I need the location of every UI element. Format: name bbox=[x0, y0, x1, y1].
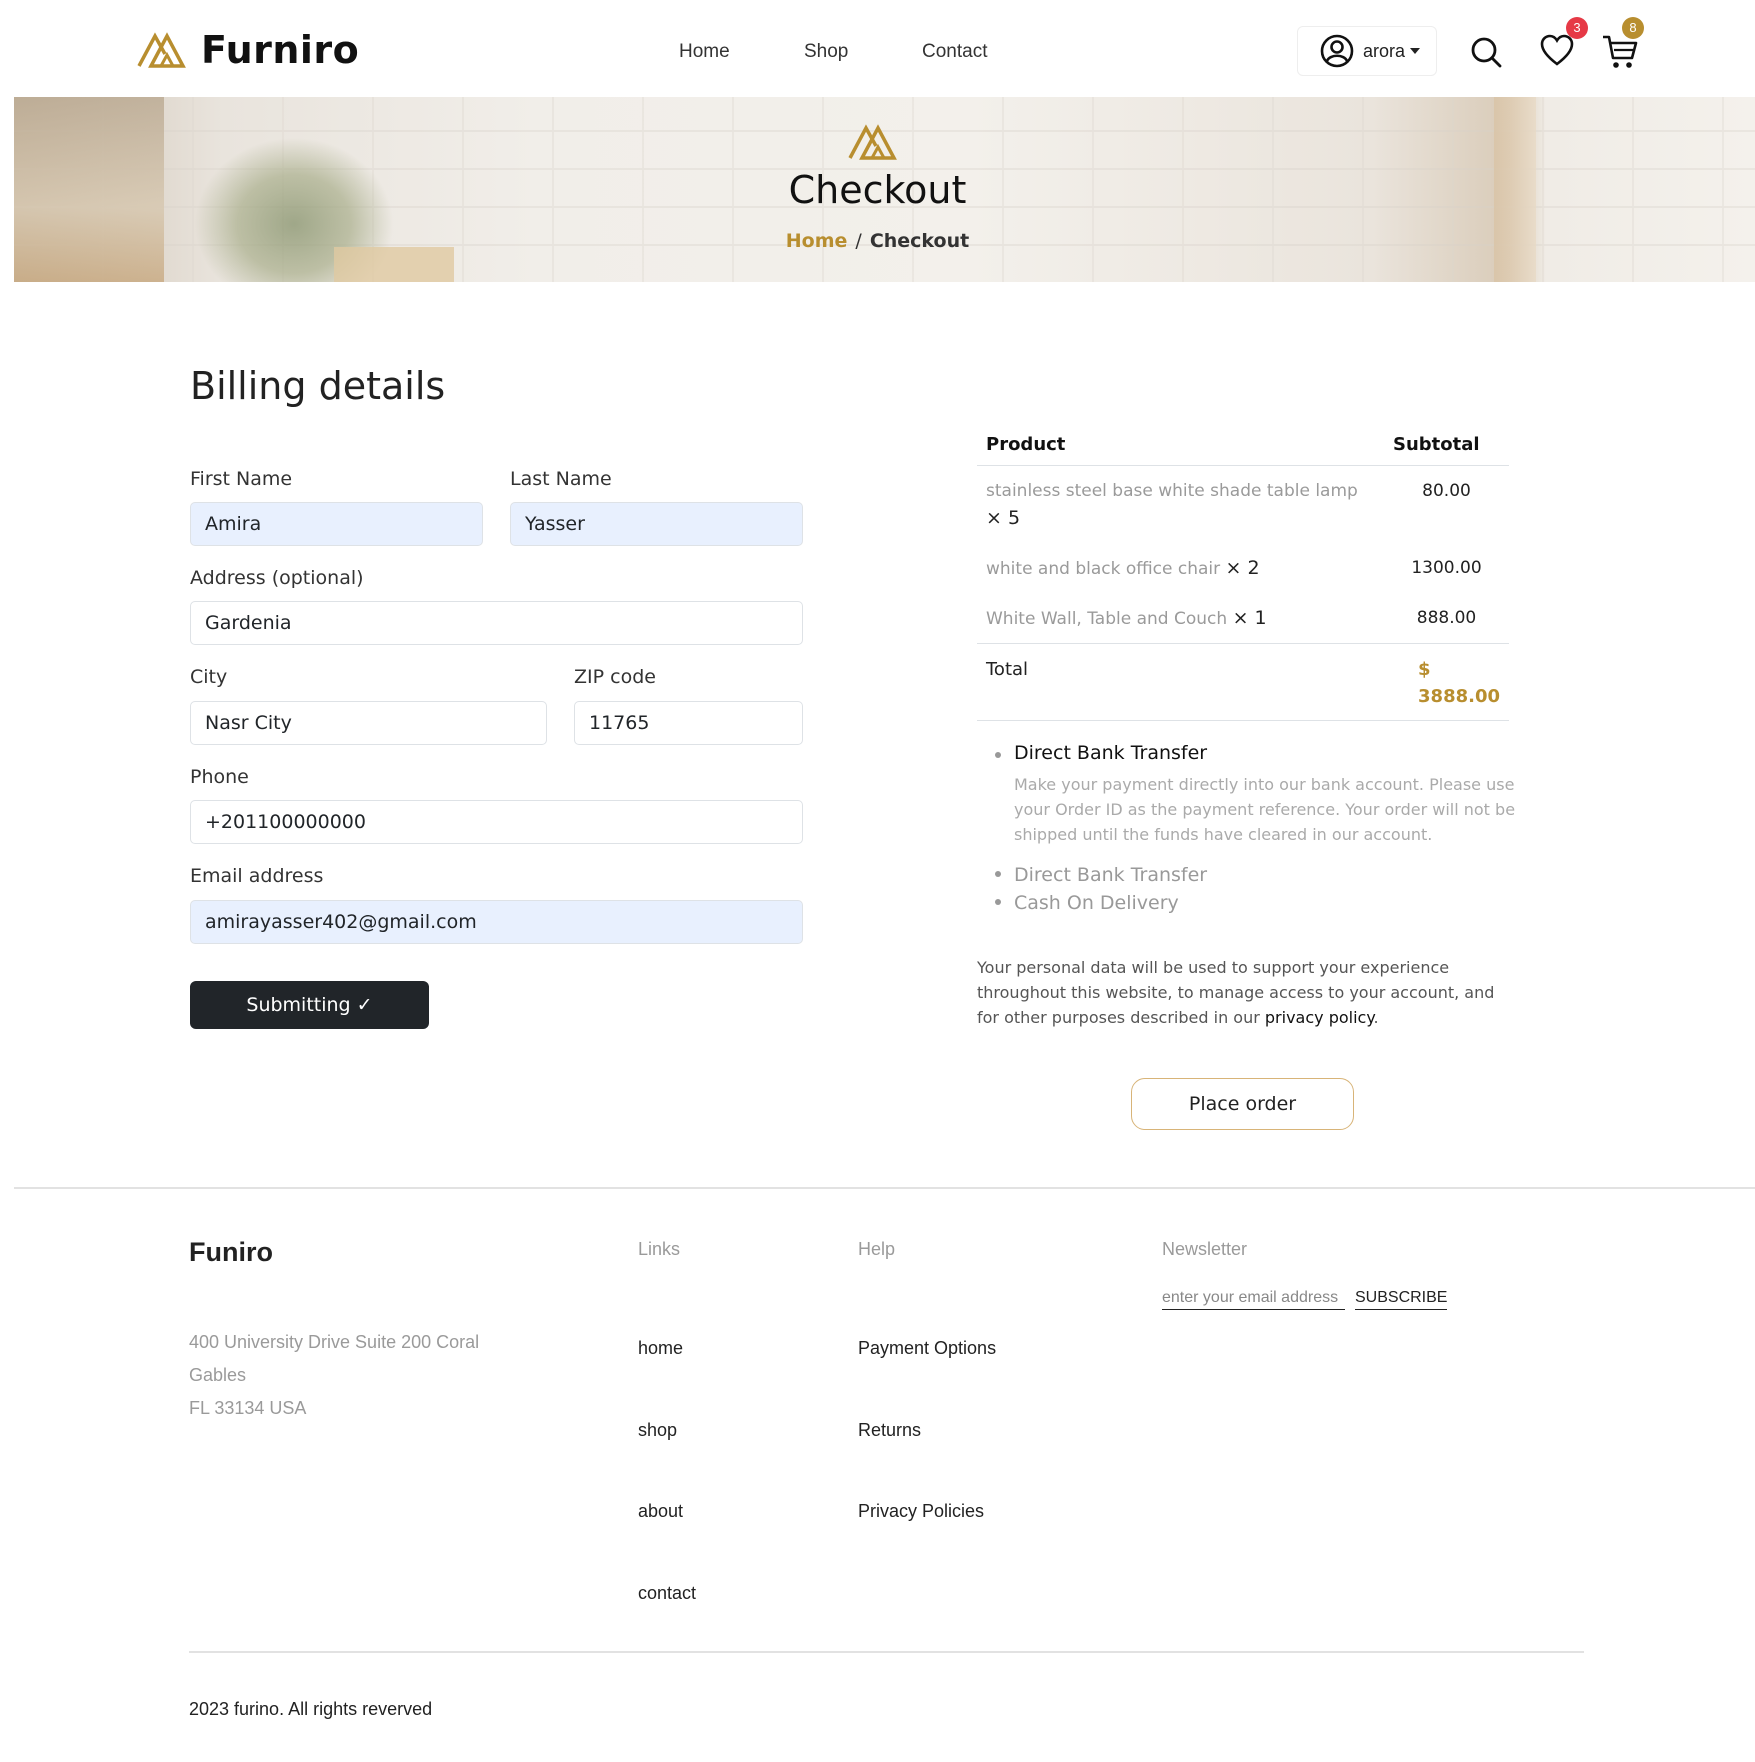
phone-label: Phone bbox=[190, 766, 249, 788]
newsletter-email-input[interactable] bbox=[1162, 1286, 1345, 1310]
search-icon[interactable] bbox=[1470, 36, 1502, 68]
table-row: stainless steel base white shade table l… bbox=[977, 466, 1509, 544]
wishlist-count-badge: 3 bbox=[1566, 17, 1588, 39]
total-row: Total $3888.00 bbox=[977, 643, 1509, 721]
zip-label: ZIP code bbox=[574, 666, 656, 688]
breadcrumb-separator: / bbox=[855, 230, 862, 252]
nav-shop[interactable]: Shop bbox=[804, 41, 848, 63]
breadcrumb-current: Checkout bbox=[869, 230, 970, 252]
footer-link-payment-options[interactable]: Payment Options bbox=[858, 1338, 996, 1359]
product-name: white and black office chair bbox=[986, 559, 1221, 579]
subtotal-cell: 888.00 bbox=[1416, 608, 1477, 628]
footer-link-returns[interactable]: Returns bbox=[858, 1420, 921, 1441]
total-label: Total bbox=[977, 643, 1385, 721]
product-quantity: × 5 bbox=[986, 507, 1021, 529]
page-title: Checkout bbox=[788, 168, 967, 212]
footer-brand: Funiro bbox=[189, 1237, 273, 1267]
product-column-header: Product bbox=[977, 426, 1385, 466]
breadcrumb-home-link[interactable]: Home bbox=[786, 230, 848, 252]
privacy-notice: Your personal data will be used to suppo… bbox=[977, 958, 1495, 1027]
total-value: 3888.00 bbox=[1418, 686, 1500, 707]
footer-link-shop[interactable]: shop bbox=[638, 1420, 677, 1441]
nav-contact[interactable]: Contact bbox=[922, 41, 987, 63]
copyright-text: 2023 furino. All rights reverved bbox=[189, 1699, 433, 1719]
footer-link-home[interactable]: home bbox=[638, 1338, 683, 1359]
chevron-down-icon bbox=[1410, 48, 1421, 54]
subscribe-button[interactable]: SUBSCRIBE bbox=[1355, 1286, 1448, 1310]
first-name-label: First Name bbox=[190, 468, 293, 490]
address-field[interactable] bbox=[190, 601, 803, 645]
footer-link-contact[interactable]: contact bbox=[638, 1583, 696, 1604]
product-cell: white and black office chair × 2 bbox=[977, 543, 1384, 593]
city-field[interactable] bbox=[190, 701, 547, 745]
first-name-field[interactable] bbox=[190, 502, 483, 546]
footer-divider bbox=[14, 1187, 1755, 1189]
total-currency: $ bbox=[1418, 659, 1431, 680]
table-row: white and black office chair × 2 1300.00 bbox=[977, 543, 1509, 593]
footer-links-heading: Links bbox=[638, 1239, 681, 1259]
zip-field[interactable] bbox=[574, 701, 803, 745]
product-cell: White Wall, Table and Couch × 1 bbox=[977, 593, 1384, 644]
table-row: White Wall, Table and Couch × 1 888.00 bbox=[977, 593, 1509, 644]
product-quantity: × 1 bbox=[1232, 607, 1267, 629]
footer-link-about[interactable]: about bbox=[638, 1501, 683, 1522]
privacy-text: Your personal data will be used to suppo… bbox=[977, 958, 1495, 1027]
subtotal-column-header: Subtotal bbox=[1384, 426, 1509, 466]
cart-icon bbox=[1603, 35, 1638, 68]
product-quantity: × 2 bbox=[1225, 557, 1260, 579]
last-name-field[interactable] bbox=[510, 502, 803, 546]
payment-option-selected[interactable]: Direct Bank Transfer bbox=[977, 742, 1517, 764]
phone-field[interactable] bbox=[190, 800, 803, 844]
subtotal-cell: 1300.00 bbox=[1411, 558, 1482, 578]
footer-address: 400 University Drive Suite 200 Coral Gab… bbox=[189, 1332, 480, 1418]
cart-count-badge: 8 bbox=[1622, 17, 1644, 39]
email-label: Email address bbox=[190, 865, 324, 887]
wishlist-button[interactable]: 3 bbox=[1540, 17, 1588, 68]
total-amount: $3888.00 bbox=[1384, 643, 1509, 721]
user-name: arora bbox=[1363, 40, 1406, 61]
breadcrumb: Home / Checkout bbox=[0, 230, 1755, 252]
banner-logo-icon bbox=[848, 124, 897, 160]
place-order-button[interactable]: Place order bbox=[1131, 1078, 1354, 1130]
footer-help-heading: Help bbox=[858, 1239, 896, 1259]
privacy-policy-link[interactable]: privacy policy bbox=[1265, 1008, 1374, 1027]
product-name: White Wall, Table and Couch bbox=[986, 609, 1228, 629]
user-menu[interactable]: arora bbox=[1297, 26, 1437, 76]
footer-bottom-divider bbox=[189, 1651, 1584, 1653]
address-label: Address (optional) bbox=[190, 567, 364, 589]
order-summary: Product Subtotal stainless steel base wh… bbox=[977, 426, 1509, 721]
nav-home[interactable]: Home bbox=[679, 41, 730, 63]
payment-description: Make your payment directly into our bank… bbox=[1014, 775, 1516, 844]
user-circle-icon bbox=[1320, 34, 1354, 68]
footer-link-privacy-policies[interactable]: Privacy Policies bbox=[858, 1501, 984, 1522]
heart-icon bbox=[1540, 34, 1574, 66]
order-table: Product Subtotal stainless steel base wh… bbox=[977, 426, 1509, 721]
payment-option-cash-on-delivery[interactable]: Cash On Delivery bbox=[977, 889, 1517, 917]
city-label: City bbox=[190, 666, 228, 688]
email-field[interactable] bbox=[190, 900, 803, 944]
billing-title: Billing details bbox=[190, 364, 446, 408]
product-name: stainless steel base white shade table l… bbox=[986, 481, 1358, 501]
product-cell: stainless steel base white shade table l… bbox=[977, 466, 1384, 544]
payment-methods: Direct Bank Transfer Make your payment d… bbox=[977, 742, 1517, 917]
last-name-label: Last Name bbox=[510, 468, 612, 490]
order-table-header: Product Subtotal bbox=[977, 426, 1509, 466]
footer-newsletter-heading: Newsletter bbox=[1162, 1239, 1248, 1259]
payment-option-bank-transfer[interactable]: Direct Bank Transfer bbox=[977, 861, 1517, 889]
cart-button[interactable]: 8 bbox=[1602, 17, 1644, 70]
site-header: Furniro Home Shop Contact arora 3 8 bbox=[0, 0, 1755, 97]
submit-button[interactable]: Submitting ✓ bbox=[190, 981, 429, 1029]
subtotal-cell: 80.00 bbox=[1422, 481, 1471, 501]
